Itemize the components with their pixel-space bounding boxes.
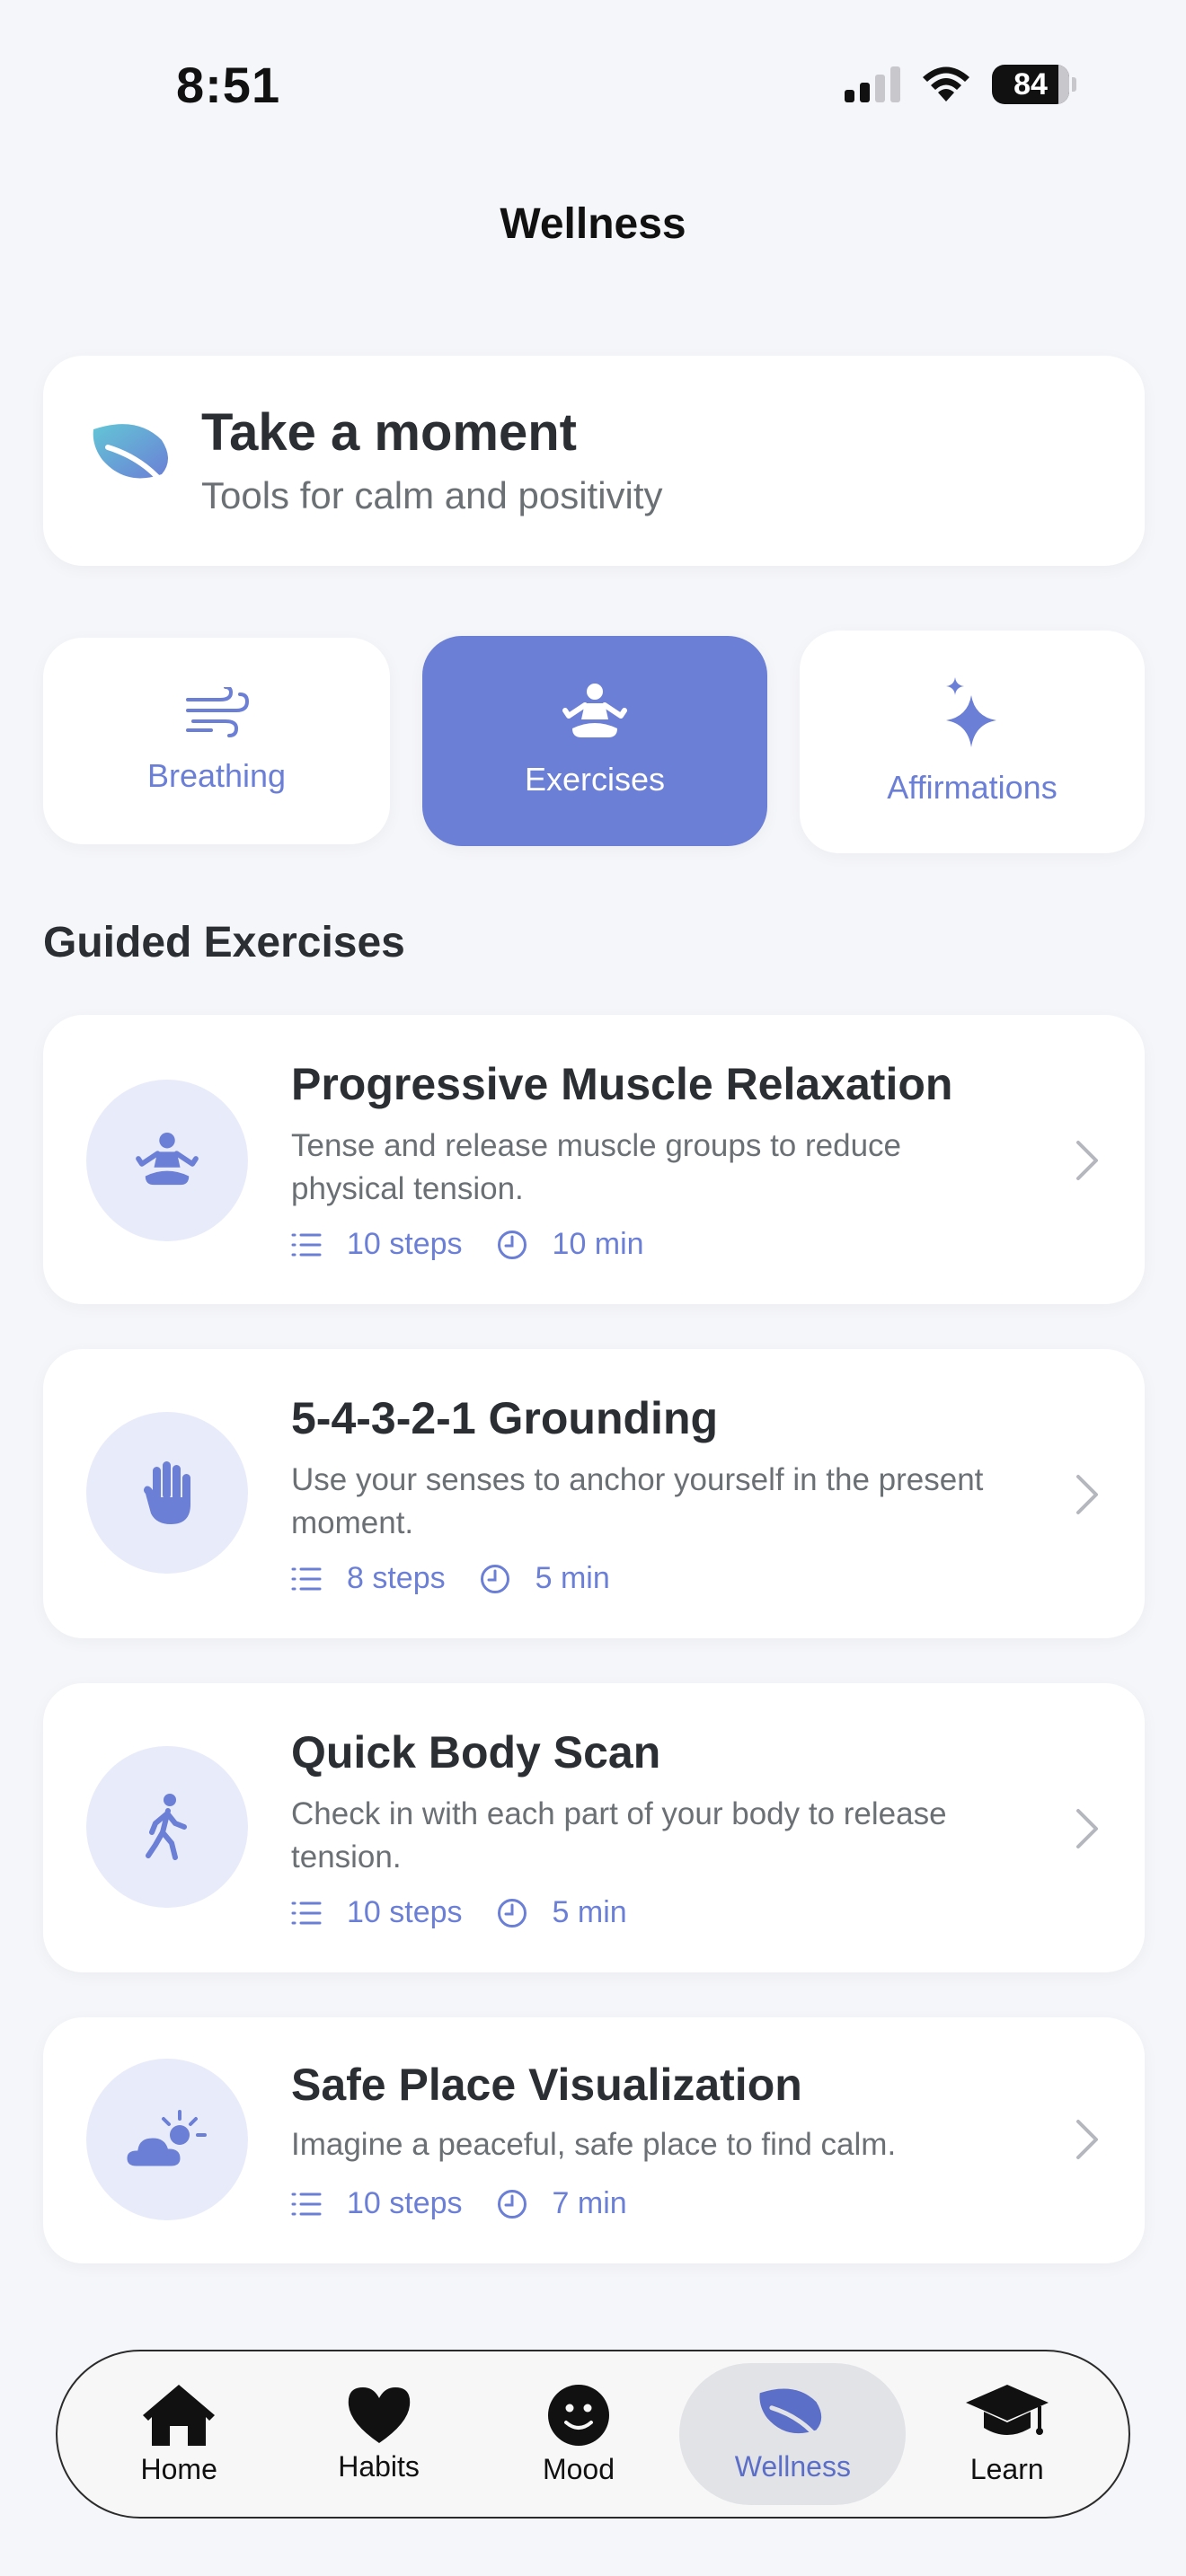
cloud-sun-icon: [124, 2110, 207, 2169]
clock-icon: [480, 1564, 509, 1593]
segment-label: Exercises: [524, 761, 666, 798]
walking-figure-icon: [146, 1794, 187, 1860]
exercise-steps: 10 steps: [347, 1895, 463, 1929]
sparkles-icon: [946, 677, 996, 747]
list-icon: [291, 2192, 322, 2215]
exercise-description: Imagine a peaceful, safe place to find c…: [291, 2127, 897, 2162]
tab-label: Learn: [969, 2452, 1044, 2485]
segment-label: Affirmations: [887, 769, 1058, 806]
exercise-meta: 10 steps 10 min: [291, 1227, 678, 1262]
chevron-right-icon: [1076, 2120, 1098, 2159]
status-bar: 8:51 84: [0, 0, 1186, 171]
exercise-icon-circle: [86, 2059, 248, 2220]
tab-home[interactable]: Home: [80, 2363, 278, 2505]
list-icon: [291, 1901, 322, 1924]
hero-title: Take a moment: [201, 403, 577, 462]
exercise-duration: 10 min: [552, 1227, 644, 1261]
clock-icon: [497, 1230, 527, 1259]
exercise-title: 5-4-3-2-1 Grounding: [291, 1393, 719, 1443]
exercise-title: Quick Body Scan: [291, 1727, 661, 1778]
wifi-icon: [923, 66, 969, 101]
wind-icon: [186, 687, 249, 737]
cellular-signal-icon: [845, 66, 900, 102]
tab-learn[interactable]: Learn: [908, 2363, 1106, 2505]
exercise-title: Progressive Muscle Relaxation: [291, 1059, 953, 1109]
exercise-duration: 7 min: [552, 2186, 627, 2220]
tab-label: Wellness: [734, 2449, 851, 2483]
tab-wellness[interactable]: Wellness: [679, 2363, 907, 2505]
heart-icon: [348, 2386, 410, 2443]
section-title: Guided Exercises: [43, 919, 405, 966]
battery-level: 84: [1013, 66, 1048, 101]
graduation-cap-icon: [965, 2384, 1049, 2435]
exercise-steps: 8 steps: [347, 1561, 446, 1595]
exercise-title: Safe Place Visualization: [291, 2060, 802, 2110]
chevron-right-icon: [1076, 1809, 1098, 1848]
clock-icon: [497, 1898, 527, 1928]
exercise-description: Check in with each part of your body to …: [291, 1796, 947, 1875]
exercise-steps: 10 steps: [347, 1227, 463, 1261]
status-time: 8:51: [176, 57, 281, 113]
tab-habits[interactable]: Habits: [280, 2363, 478, 2505]
exercise-card-quick-body-scan[interactable]: Quick Body Scan Check in with each part …: [43, 1683, 1145, 1972]
segment-label: Breathing: [146, 757, 287, 794]
tab-label: Mood: [542, 2452, 615, 2485]
exercise-meta: 10 steps 5 min: [291, 1895, 661, 1930]
meditation-icon: [562, 684, 627, 737]
tab-mood[interactable]: Mood: [480, 2363, 677, 2505]
segment-exercises[interactable]: Exercises: [422, 636, 767, 846]
hero-subtitle: Tools for calm and positivity: [201, 474, 663, 516]
hand-icon: [144, 1461, 190, 1524]
exercise-description: Use your senses to anchor yourself in th…: [291, 1462, 984, 1540]
meditation-icon: [136, 1133, 199, 1186]
exercise-card-progressive-muscle-relaxation[interactable]: Progressive Muscle Relaxation Tense and …: [43, 1015, 1145, 1304]
exercise-steps: 10 steps: [347, 2186, 463, 2220]
battery-icon: 84: [992, 65, 1076, 104]
exercise-meta: 8 steps 5 min: [291, 1561, 644, 1596]
exercise-icon-circle: [86, 1412, 248, 1574]
chevron-right-icon: [1076, 1475, 1098, 1514]
list-icon: [291, 1233, 322, 1256]
smiley-icon: [547, 2384, 609, 2446]
exercise-card-grounding[interactable]: 5-4-3-2-1 Grounding Use your senses to a…: [43, 1349, 1145, 1638]
leaf-icon: [759, 2387, 828, 2444]
chevron-right-icon: [1076, 1141, 1098, 1180]
list-icon: [291, 1567, 322, 1590]
status-icons: 84: [845, 65, 1076, 104]
exercise-description: Tense and release muscle groups to reduc…: [291, 1128, 902, 1206]
tab-bar: Home Habits Mood Wellness Learn: [56, 2350, 1130, 2519]
house-icon: [143, 2384, 216, 2446]
exercise-icon-circle: [86, 1080, 248, 1241]
leaf-icon: [93, 424, 175, 491]
segment-breathing[interactable]: Breathing: [43, 638, 390, 844]
exercise-duration: 5 min: [552, 1895, 627, 1929]
page-title: Wellness: [500, 200, 686, 248]
tab-label: Home: [140, 2452, 217, 2485]
exercise-card-safe-place-visualization[interactable]: Safe Place Visualization Imagine a peace…: [43, 2017, 1145, 2263]
exercise-meta: 10 steps 7 min: [291, 2186, 661, 2221]
exercise-icon-circle: [86, 1746, 248, 1908]
exercise-duration: 5 min: [535, 1561, 610, 1595]
tab-label: Habits: [338, 2449, 420, 2483]
segment-affirmations[interactable]: Affirmations: [800, 631, 1145, 853]
clock-icon: [497, 2189, 527, 2219]
hero-card: Take a moment Tools for calm and positiv…: [43, 356, 1145, 566]
